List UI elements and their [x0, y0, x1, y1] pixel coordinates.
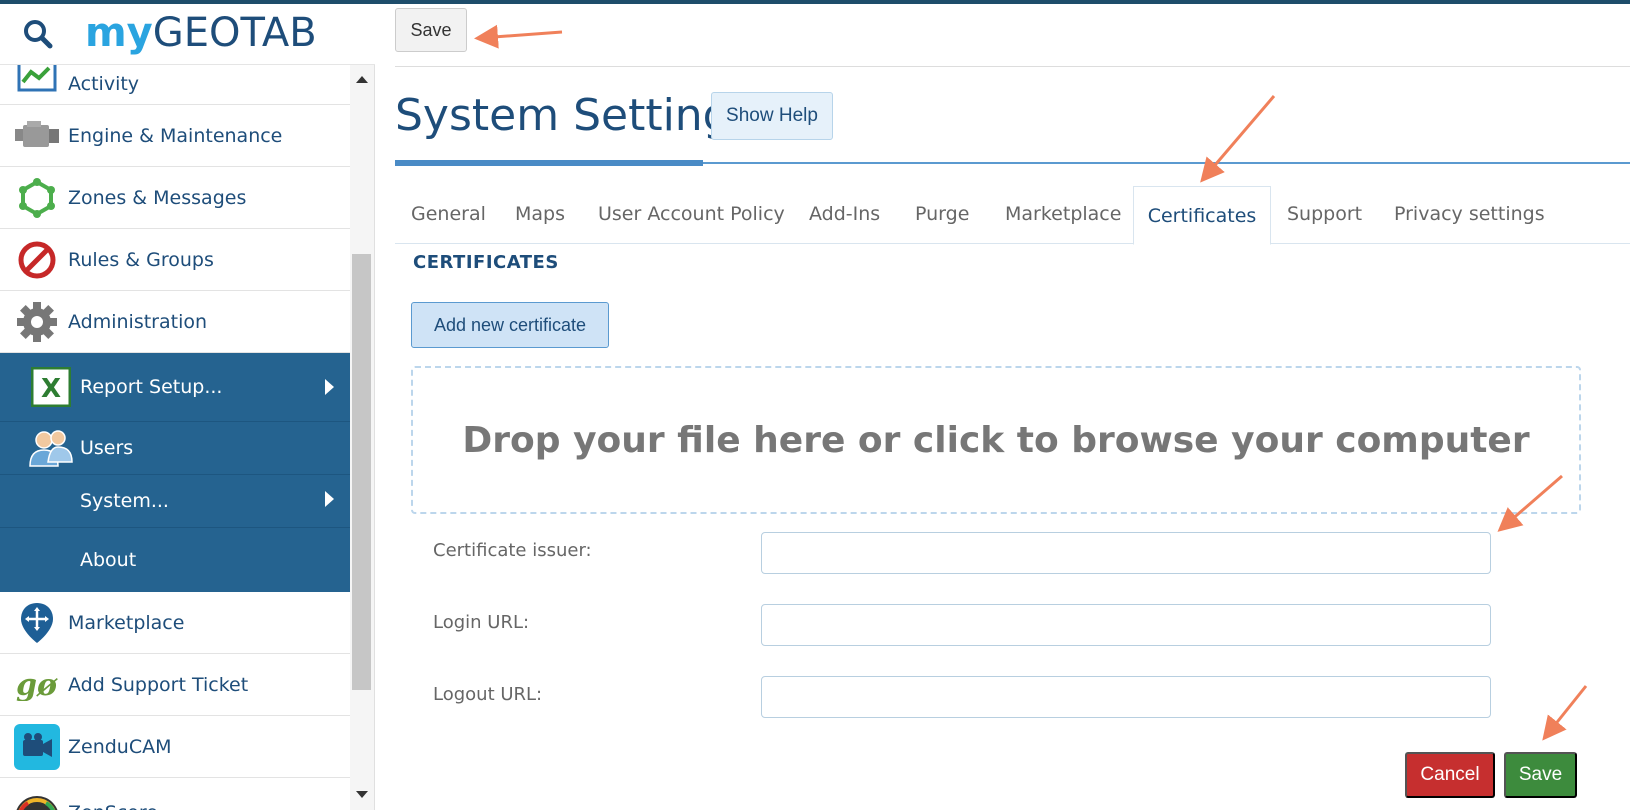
brand-bar: myGEOTAB	[0, 4, 375, 65]
tab-certificates[interactable]: Certificates	[1133, 186, 1271, 245]
go-icon: gø	[14, 662, 60, 708]
sidebar-item-activity[interactable]: Activity	[0, 62, 350, 105]
scrollbar-thumb[interactable]	[352, 254, 371, 690]
svg-text:X: X	[41, 374, 61, 404]
tab-general[interactable]: General	[411, 186, 486, 242]
logout-url-input[interactable]	[761, 676, 1491, 718]
sidebar-item-marketplace[interactable]: Marketplace	[0, 592, 350, 654]
scroll-up-arrow-icon[interactable]	[356, 76, 368, 83]
tab-marketplace[interactable]: Marketplace	[1005, 186, 1121, 242]
sidebar-item-administration[interactable]: Administration	[0, 291, 350, 353]
chevron-right-icon	[325, 379, 334, 395]
gear-icon	[14, 299, 60, 345]
submenu-item-report-setup[interactable]: X Report Setup...	[0, 353, 350, 422]
sidebar-scrollbar[interactable]	[350, 64, 375, 810]
engine-icon	[14, 113, 60, 159]
logout-url-label: Logout URL:	[433, 684, 543, 705]
sidebar-item-label: ZenduCAM	[68, 735, 172, 758]
svg-text:gø: gø	[16, 669, 58, 701]
toolbar-divider	[395, 66, 1630, 67]
login-url-input[interactable]	[761, 604, 1491, 646]
tab-support[interactable]: Support	[1287, 186, 1362, 242]
camera-icon	[14, 723, 60, 770]
main-content: Save System Settings Show Help General M…	[395, 4, 1630, 810]
dropzone-text: Drop your file here or click to browse y…	[462, 419, 1530, 461]
administration-submenu: X Report Setup... Users System... About	[0, 353, 350, 592]
page-title: System Settings	[395, 90, 754, 141]
sidebar: myGEOTAB Activity Engine & Maintenance Z…	[0, 4, 375, 810]
sidebar-item-zenducam[interactable]: ZenduCAM	[0, 716, 350, 778]
scroll-down-arrow-icon[interactable]	[356, 791, 368, 798]
submenu-item-users[interactable]: Users	[0, 422, 350, 475]
add-new-certificate-button[interactable]: Add new certificate	[411, 302, 609, 348]
excel-icon: X	[28, 364, 74, 410]
zones-icon	[14, 175, 60, 221]
sidebar-item-label: Add Support Ticket	[68, 673, 249, 696]
submenu-item-label: About	[80, 549, 137, 571]
submenu-item-label: Report Setup...	[80, 376, 223, 398]
save-button[interactable]: Save	[1504, 752, 1577, 798]
section-title: CERTIFICATES	[413, 252, 559, 273]
file-dropzone[interactable]: Drop your file here or click to browse y…	[411, 366, 1581, 514]
login-url-label: Login URL:	[433, 612, 530, 633]
tab-purge[interactable]: Purge	[915, 186, 969, 242]
sidebar-item-label: Engine & Maintenance	[68, 124, 283, 147]
certificate-issuer-input[interactable]	[761, 532, 1491, 574]
certificate-issuer-label: Certificate issuer:	[433, 540, 592, 561]
show-help-button[interactable]: Show Help	[711, 92, 833, 140]
sidebar-item-rules-groups[interactable]: Rules & Groups	[0, 229, 350, 291]
users-icon	[28, 425, 74, 471]
rules-icon	[14, 237, 60, 283]
tab-privacy-settings[interactable]: Privacy settings	[1394, 186, 1545, 242]
sidebar-item-engine-maintenance[interactable]: Engine & Maintenance	[0, 105, 350, 167]
submenu-item-label: Users	[80, 437, 134, 459]
sidebar-item-zenscore[interactable]: ZenScore	[0, 778, 350, 810]
mygeotab-logo[interactable]: myGEOTAB	[85, 10, 317, 56]
search-icon[interactable]	[22, 18, 54, 54]
sidebar-item-label: Zones & Messages	[68, 186, 247, 209]
submenu-item-system[interactable]: System...	[0, 475, 350, 528]
settings-tabs: General Maps User Account Policy Add-Ins…	[395, 186, 1630, 245]
sidebar-item-label: ZenScore	[68, 802, 158, 810]
sidebar-item-zones-messages[interactable]: Zones & Messages	[0, 167, 350, 229]
sidebar-item-label: Administration	[68, 310, 208, 333]
sidebar-item-add-support-ticket[interactable]: gø Add Support Ticket	[0, 654, 350, 716]
title-underline-accent	[395, 160, 703, 166]
tab-maps[interactable]: Maps	[515, 186, 565, 242]
sidebar-nav: Activity Engine & Maintenance Zones & Me…	[0, 62, 350, 810]
toolbar-save-button[interactable]: Save	[395, 8, 467, 52]
tab-add-ins[interactable]: Add-Ins	[809, 186, 880, 242]
gauge-icon	[14, 778, 60, 810]
sidebar-item-label: Rules & Groups	[68, 248, 214, 271]
tab-user-account-policy[interactable]: User Account Policy	[598, 186, 785, 242]
marketplace-icon	[14, 600, 60, 646]
submenu-item-about[interactable]: About	[0, 528, 350, 592]
chevron-right-icon	[325, 491, 334, 507]
sidebar-item-label: Activity	[68, 73, 140, 95]
cancel-button[interactable]: Cancel	[1405, 752, 1495, 798]
submenu-item-label: System...	[80, 490, 169, 512]
sidebar-divider	[374, 4, 375, 810]
sidebar-item-label: Marketplace	[68, 611, 185, 634]
